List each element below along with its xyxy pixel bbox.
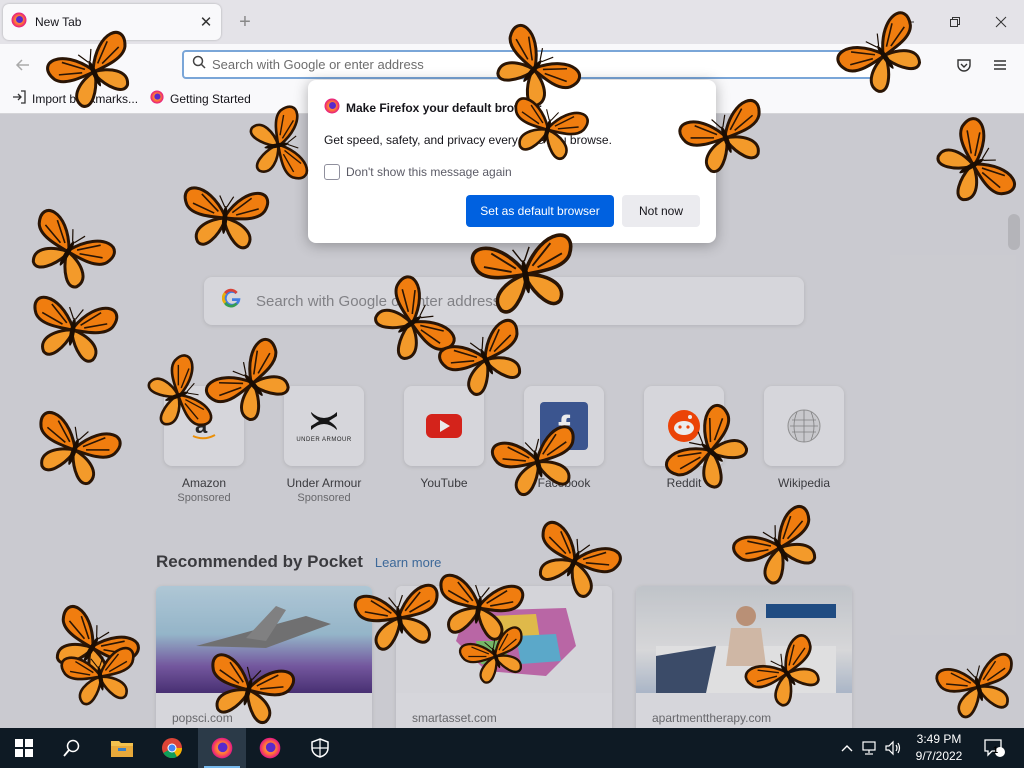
butterfly-graphic (469, 231, 582, 319)
pocket-header: Recommended by Pocket Learn more (156, 552, 441, 572)
taskbar-search-button[interactable] (48, 728, 96, 768)
new-tab-button[interactable]: + (232, 9, 258, 35)
firefox-icon (150, 90, 164, 107)
chevron-up-icon (841, 745, 853, 752)
clock-time: 3:49 PM (916, 732, 962, 746)
show-hidden-icons-button[interactable] (838, 728, 856, 768)
speaker-icon (885, 740, 901, 756)
pocket-learn-more-link[interactable]: Learn more (375, 555, 441, 570)
menu-button[interactable] (987, 52, 1013, 78)
chrome-icon (162, 738, 183, 759)
search-icon (192, 55, 206, 74)
butterfly-graphic (59, 645, 142, 709)
volume-tray-icon[interactable] (884, 728, 904, 768)
taskbar-security[interactable] (296, 728, 344, 768)
card-source: apartmenttherapy.com (652, 711, 772, 725)
top-site-wikipedia[interactable]: Wikipedia (764, 386, 844, 490)
network-tray-icon[interactable] (860, 728, 882, 768)
close-tab-icon[interactable]: ✕ (195, 11, 217, 33)
restore-button[interactable] (932, 0, 978, 44)
taskbar-firefox[interactable] (246, 728, 294, 768)
folder-icon (111, 741, 133, 757)
firefox-icon (324, 98, 340, 117)
import-icon (12, 90, 26, 107)
checkbox-label: Don't show this message again (346, 165, 512, 179)
under-armour-icon: UNDER ARMOUR (284, 386, 364, 466)
start-button[interactable] (0, 728, 48, 768)
pocket-button[interactable] (951, 52, 977, 78)
card-source: smartasset.com (412, 711, 497, 725)
network-icon (862, 741, 876, 755)
shield-icon (311, 738, 329, 758)
notification-center-button[interactable]: 1 (980, 728, 1010, 768)
bookmark-label: Getting Started (170, 91, 251, 106)
windows-taskbar: 3:49 PM 9/7/2022 1 (0, 728, 1024, 768)
butterfly-graphic (25, 294, 120, 367)
dialog-header: Make Firefox your default browser (324, 98, 541, 117)
close-window-button[interactable] (978, 0, 1024, 44)
firefox-icon (259, 737, 281, 759)
under-armour-logo-text: UNDER ARMOUR (296, 436, 352, 443)
top-site-label: Wikipedia (777, 476, 831, 490)
back-button[interactable] (10, 52, 36, 78)
top-site-label: Amazon (181, 476, 227, 490)
taskbar-firefox-active[interactable] (198, 728, 246, 768)
butterfly-graphic (246, 104, 310, 187)
scrollbar-thumb[interactable] (1008, 214, 1020, 250)
firefox-icon (211, 737, 233, 759)
bookmark-getting-started[interactable]: Getting Started (150, 90, 251, 107)
top-site-label: Under Armour (286, 476, 362, 490)
firefox-icon (11, 12, 27, 33)
taskbar-clock[interactable]: 3:49 PM 9/7/2022 (904, 731, 974, 765)
pocket-title: Recommended by Pocket (156, 552, 363, 571)
top-site-under-armour[interactable]: UNDER ARMOUR Under Armour Sponsored (284, 386, 364, 504)
clock-date: 9/7/2022 (915, 749, 963, 763)
butterfly-graphic (179, 185, 270, 252)
windows-icon (15, 739, 33, 757)
taskbar-chrome[interactable] (148, 728, 196, 768)
sponsored-label: Sponsored (297, 492, 351, 504)
dont-show-checkbox[interactable] (324, 164, 340, 180)
top-site-label: YouTube (420, 476, 468, 490)
notification-count-badge: 1 (993, 745, 999, 755)
sponsored-label: Sponsored (177, 492, 231, 504)
search-icon (63, 739, 80, 757)
not-now-button[interactable]: Not now (622, 195, 700, 227)
taskbar-file-explorer[interactable] (98, 728, 146, 768)
wikipedia-icon (764, 386, 844, 466)
dont-show-checkbox-row[interactable]: Don't show this message again (324, 164, 512, 180)
google-icon (221, 288, 242, 314)
